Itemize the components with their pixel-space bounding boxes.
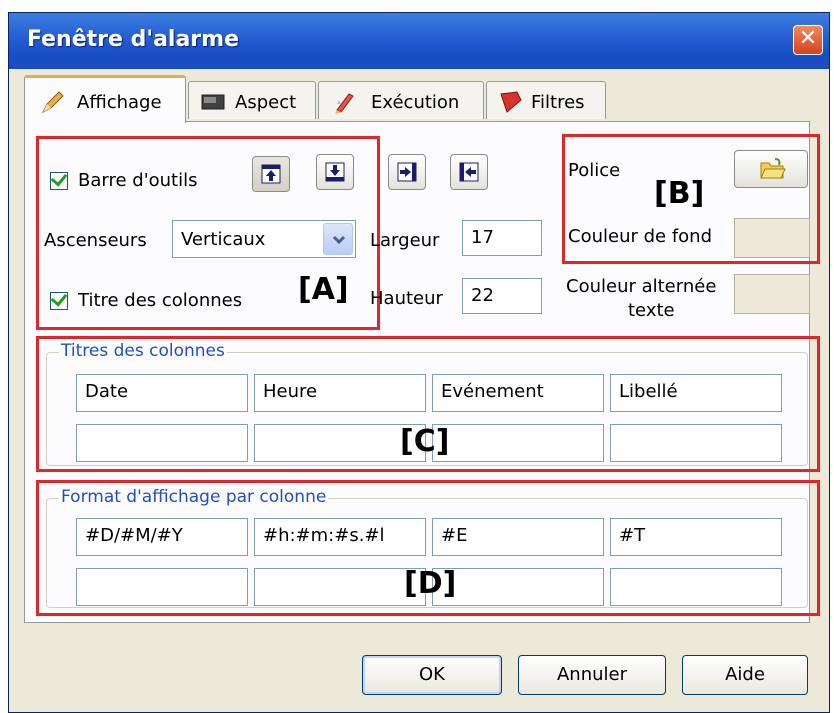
column-title-field[interactable]: Date xyxy=(76,374,248,412)
column-title-field[interactable] xyxy=(76,424,248,462)
tab-execution[interactable]: Exécution xyxy=(318,81,484,119)
pencil-icon xyxy=(41,91,64,114)
column-titles-checkbox-label: Titre des colonnes xyxy=(78,290,243,311)
column-title-field[interactable] xyxy=(432,424,604,462)
align-bottom-icon xyxy=(325,162,345,182)
font-button[interactable] xyxy=(734,150,808,188)
width-field[interactable]: 17 xyxy=(462,220,542,256)
tab-aspect[interactable]: Aspect xyxy=(188,81,316,119)
ok-button[interactable]: OK xyxy=(362,655,502,695)
toolbar-right-button[interactable] xyxy=(388,154,426,190)
tab-execution-label: Exécution xyxy=(371,92,460,113)
column-titles-group-label: Titres des colonnes xyxy=(59,341,227,361)
align-right-icon xyxy=(397,162,417,182)
format-field[interactable]: #E xyxy=(432,518,604,556)
title-bar[interactable]: Fenêtre d'alarme ✕ xyxy=(9,13,829,69)
alt-color-swatch[interactable] xyxy=(734,274,810,314)
scrollbars-select[interactable]: Verticaux xyxy=(172,220,356,258)
cancel-button[interactable]: Annuler xyxy=(518,655,666,695)
help-button[interactable]: Aide xyxy=(682,655,808,695)
funnel-icon xyxy=(500,91,522,113)
section-d-tag: [D] xyxy=(404,566,457,601)
toolbar-bottom-button[interactable] xyxy=(316,154,354,190)
display-format-group-label: Format d'affichage par colonne xyxy=(59,487,329,507)
close-button[interactable]: ✕ xyxy=(793,25,823,55)
align-top-icon xyxy=(261,164,281,184)
align-left-icon xyxy=(459,162,479,182)
section-a-tag: [A] xyxy=(298,272,349,307)
dropdown-arrow-button[interactable] xyxy=(323,223,353,255)
monitor-icon xyxy=(201,94,225,110)
format-field[interactable] xyxy=(254,568,426,606)
format-field[interactable] xyxy=(432,568,604,606)
tab-affichage-label: Affichage xyxy=(77,92,162,113)
tab-filtres-label: Filtres xyxy=(531,92,585,113)
bg-color-label: Couleur de fond xyxy=(568,226,712,247)
toolbar-checkbox[interactable] xyxy=(50,169,68,190)
rocket-icon xyxy=(335,93,354,114)
chevron-down-icon xyxy=(332,235,346,245)
folder-font-icon xyxy=(760,158,786,179)
font-label: Police xyxy=(568,160,621,181)
column-title-field[interactable]: Libellé xyxy=(610,374,782,412)
checkmark-icon xyxy=(50,169,68,187)
toolbar-checkbox-label: Barre d'outils xyxy=(78,170,198,191)
format-field[interactable]: #D/#M/#Y xyxy=(76,518,248,556)
format-field[interactable] xyxy=(76,568,248,606)
column-title-field[interactable]: Evénement xyxy=(432,374,604,412)
width-label: Largeur xyxy=(370,230,440,251)
scrollbars-select-value: Verticaux xyxy=(181,229,266,250)
column-title-field[interactable] xyxy=(610,424,782,462)
section-b-tag: [B] xyxy=(654,176,705,211)
section-c-tag: [C] xyxy=(400,424,450,459)
column-title-field[interactable]: Heure xyxy=(254,374,426,412)
format-field[interactable]: #h:#m:#s.#l xyxy=(254,518,426,556)
bg-color-swatch[interactable] xyxy=(734,218,810,258)
window-title: Fenêtre d'alarme xyxy=(27,27,239,52)
toolbar-top-button[interactable] xyxy=(252,156,290,192)
tab-strip: Affichage Aspect Exécution Filtres xyxy=(24,75,644,123)
alt-color-label-line1: Couleur alternée xyxy=(566,276,717,297)
tab-aspect-label: Aspect xyxy=(235,92,297,113)
height-field[interactable]: 22 xyxy=(462,278,542,314)
alt-color-label-line2: texte xyxy=(628,300,675,321)
tab-affichage[interactable]: Affichage xyxy=(24,75,186,123)
height-label: Hauteur xyxy=(370,288,443,309)
format-field[interactable] xyxy=(610,568,782,606)
toolbar-left-button[interactable] xyxy=(450,154,488,190)
tab-filtres[interactable]: Filtres xyxy=(486,81,606,119)
format-field[interactable]: #T xyxy=(610,518,782,556)
column-titles-checkbox[interactable] xyxy=(50,289,68,310)
checkmark-icon xyxy=(50,289,68,307)
scrollbars-label: Ascenseurs xyxy=(44,230,147,251)
